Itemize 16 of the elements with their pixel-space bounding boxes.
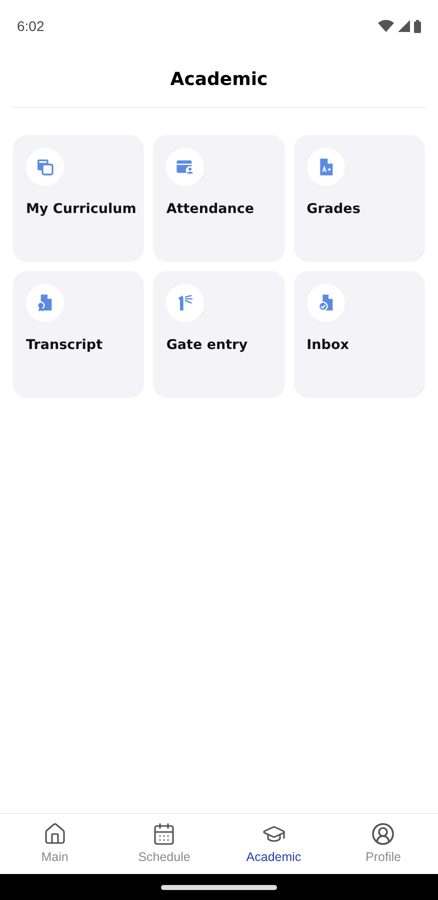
menu-tile[interactable]: Transcript xyxy=(13,271,144,398)
home-icon xyxy=(42,822,67,846)
menu-tile[interactable]: My Curriculum xyxy=(13,135,144,262)
calendar-icon xyxy=(152,822,176,846)
profile-icon xyxy=(371,822,396,846)
status-time: 6:02 xyxy=(17,16,44,36)
copy-icon xyxy=(35,157,55,177)
signal-icon xyxy=(398,20,410,32)
battery-icon xyxy=(414,20,421,32)
menu-tile[interactable]: Gate entry xyxy=(153,271,285,398)
menu-tile[interactable]: Grades xyxy=(294,135,425,262)
menu-tile[interactable]: Attendance xyxy=(153,135,285,262)
menu-tile[interactable]: Inbox xyxy=(294,271,425,398)
page-title: Academic xyxy=(170,68,268,92)
wifi-icon xyxy=(378,20,394,32)
nav-tab[interactable]: Academic xyxy=(219,814,328,874)
